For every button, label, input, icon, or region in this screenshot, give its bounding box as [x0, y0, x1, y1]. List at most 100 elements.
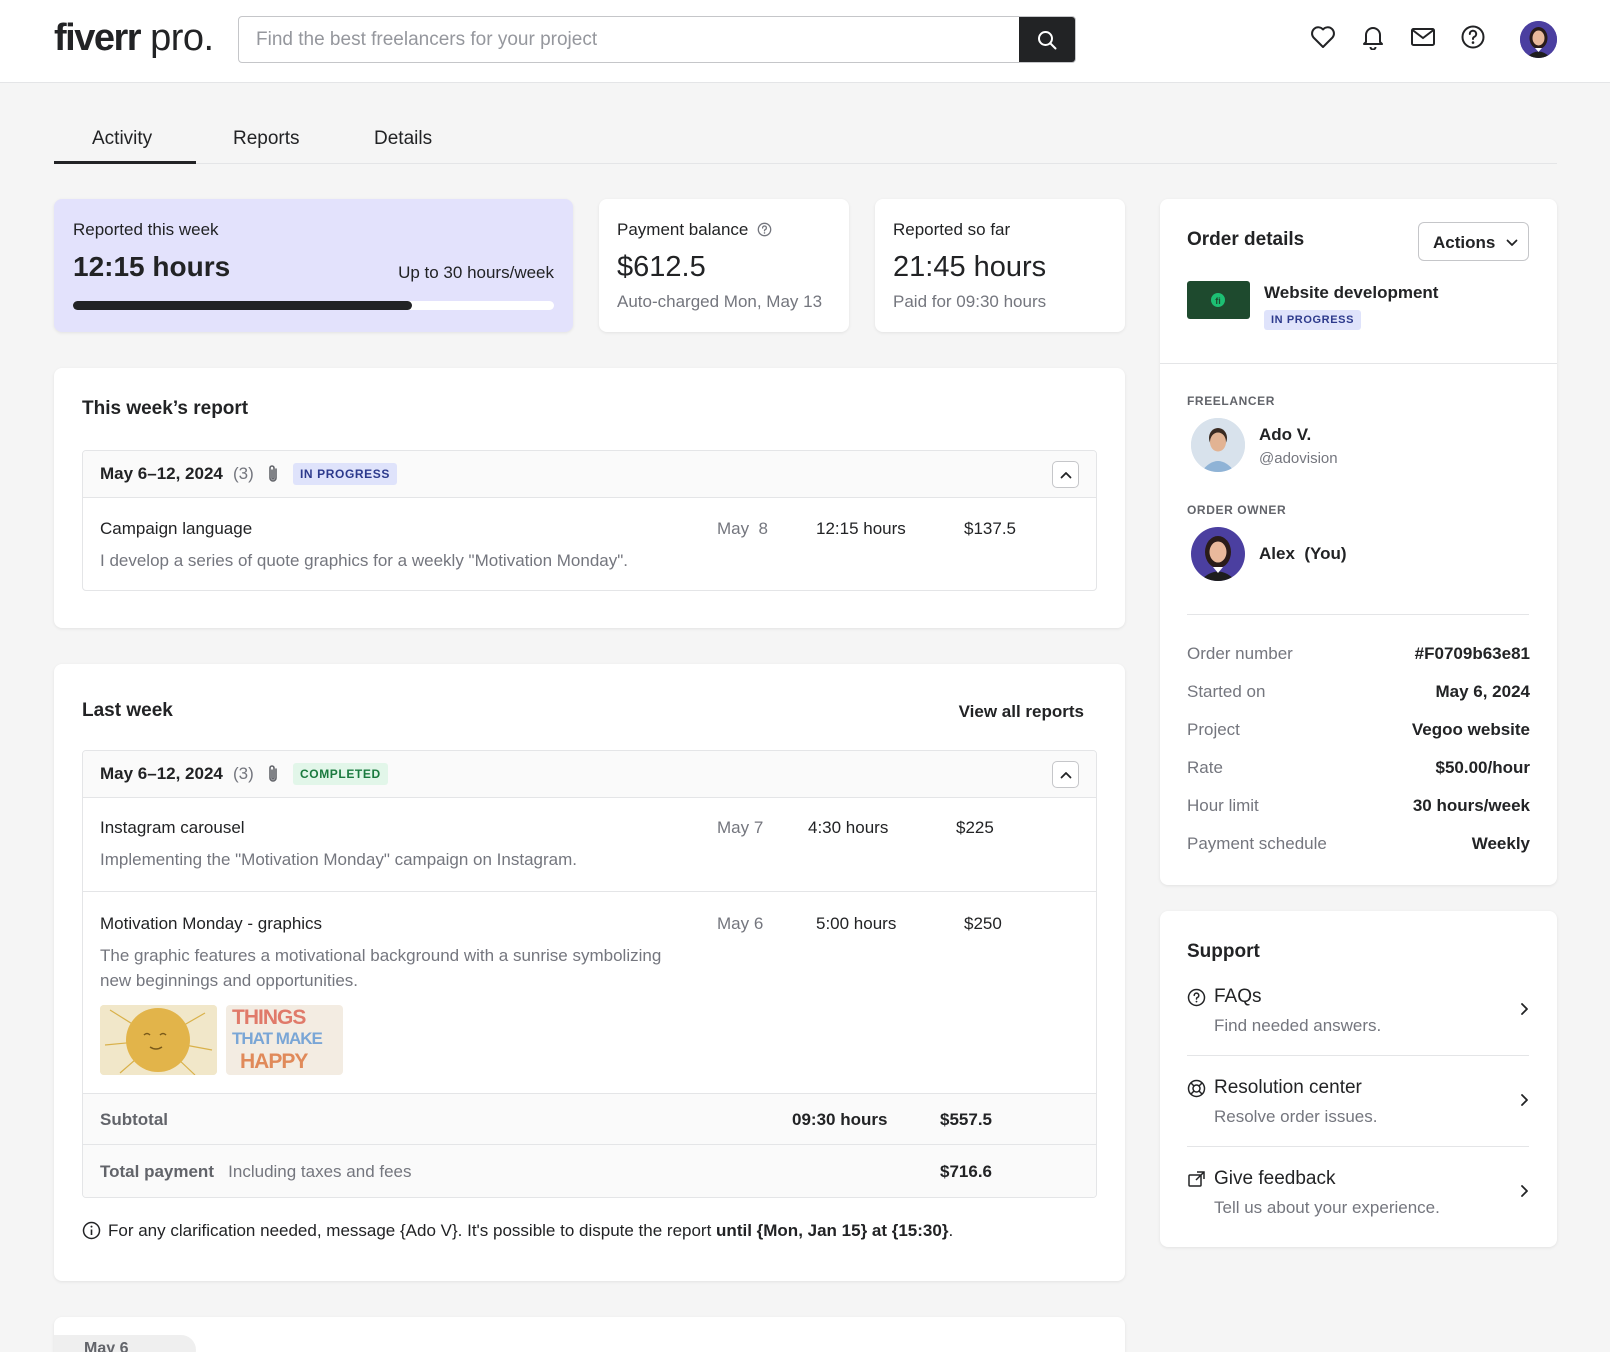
reported-so-far-value: 21:45 hours	[893, 251, 1047, 283]
payment-schedule-label: Payment schedule	[1187, 834, 1327, 853]
reported-this-week-card: Reported this week 12:15 hours Up to 30 …	[54, 199, 573, 332]
favorites-button[interactable]	[1308, 22, 1338, 52]
help-button[interactable]	[1458, 22, 1488, 52]
report-row-description: Implementing the "Motivation Monday" cam…	[100, 850, 577, 869]
hour-limit-value: 30 hours/week	[1412, 796, 1530, 815]
hour-limit-label: Hour limit	[1187, 796, 1259, 815]
search-input[interactable]	[239, 17, 1021, 62]
total-payment-row: Total payment Including taxes and fees $…	[83, 1145, 1096, 1197]
project-name[interactable]: Website development	[1264, 283, 1438, 303]
report-row-amount: $250	[964, 914, 1002, 933]
report-row-hours: 4:30 hours	[808, 818, 889, 837]
support-item-resolution-center[interactable]: Resolution center Resolve order issues.	[1187, 1077, 1529, 1168]
reported-week-label: Reported this week	[73, 220, 219, 239]
dispute-info-note: For any clarification needed, message {A…	[82, 1221, 953, 1241]
payment-balance-card: Payment balance $612.5 Auto-charged Mon,…	[599, 199, 849, 332]
fiverr-coin-icon: fi	[1211, 293, 1225, 307]
paperclip-icon	[269, 465, 277, 482]
active-tab-indicator	[54, 161, 196, 164]
report-row-date: May 7	[717, 818, 764, 837]
order-owner-label: ORDER OWNER	[1187, 503, 1287, 517]
order-owner-name: Alex (You)	[1259, 544, 1347, 563]
support-title: Support	[1187, 941, 1260, 962]
search-icon	[1038, 30, 1057, 49]
subtotal-row: Subtotal 09:30 hours $557.5	[83, 1093, 1096, 1145]
collapse-report-button[interactable]	[1052, 761, 1079, 788]
support-item-subtitle: Find needed answers.	[1214, 1016, 1382, 1035]
hour-limit-label: Up to 30 hours/week	[398, 263, 554, 282]
date-chip: May 6	[54, 1335, 196, 1352]
project-thumbnail: fi	[1187, 281, 1250, 319]
support-item-subtitle: Resolve order issues.	[1214, 1107, 1378, 1126]
user-avatar[interactable]	[1520, 21, 1557, 58]
payment-balance-label: Payment balance	[617, 220, 772, 240]
report-row-hours: 5:00 hours	[816, 914, 897, 933]
tab-activity[interactable]: Activity	[92, 128, 152, 164]
freelancer-name[interactable]: Ado V.	[1259, 425, 1311, 445]
project-label: Project	[1187, 720, 1240, 739]
chevron-right-icon	[1521, 1003, 1528, 1015]
order-owner-avatar-image	[1191, 527, 1245, 581]
report-header: May 6–12, 2024 (3) COMPLETED	[83, 751, 1096, 798]
tab-reports[interactable]: Reports	[233, 128, 300, 164]
this-week-report-title: This week’s report	[82, 398, 249, 419]
report-item-count: (3)	[233, 464, 254, 483]
payment-balance-value: $612.5	[617, 251, 706, 283]
last-week-report-card: Last week View all reports May 6–12, 202…	[54, 664, 1125, 1281]
support-divider	[1187, 1146, 1529, 1147]
report-item-count: (3)	[233, 764, 254, 783]
this-week-report-box: May 6–12, 2024 (3) IN PROGRESS Campaign …	[82, 450, 1097, 591]
support-item-give-feedback[interactable]: Give feedback Tell us about your experie…	[1187, 1168, 1529, 1259]
support-item-title: Resolution center	[1214, 1077, 1362, 1098]
subtotal-label: Subtotal	[100, 1110, 168, 1129]
attachment-thumbnail-things[interactable]: THINGS THAT MAKE HAPPY	[226, 1005, 343, 1075]
thumbnail-text-things: THINGS	[232, 1006, 306, 1029]
weekly-hours-progress	[73, 301, 554, 310]
actions-dropdown-button[interactable]: Actions	[1418, 222, 1529, 261]
report-row-amount: $225	[956, 818, 994, 837]
user-avatar-image	[1520, 21, 1557, 58]
order-fields-divider	[1187, 614, 1529, 615]
previous-reports-card: May 6	[54, 1317, 1125, 1352]
started-on-value: May 6, 2024	[1435, 682, 1530, 701]
status-badge-in-progress: IN PROGRESS	[293, 463, 397, 485]
bell-icon	[1363, 27, 1383, 50]
report-row-title: Instagram carousel	[100, 818, 245, 837]
search-bar	[238, 16, 1076, 63]
heart-icon	[1311, 26, 1335, 48]
chevron-right-icon	[1521, 1185, 1528, 1197]
tab-details[interactable]: Details	[374, 128, 432, 164]
attachment-thumbnail-sun[interactable]	[100, 1005, 217, 1075]
view-all-reports-link[interactable]: View all reports	[959, 702, 1084, 722]
order-number-label: Order number	[1187, 644, 1293, 663]
order-details-card: Order details Actions fi Website develop…	[1160, 199, 1557, 885]
order-header-divider	[1160, 363, 1557, 364]
top-navigation-bar: fiverr pro.	[0, 0, 1610, 83]
info-icon	[82, 1221, 101, 1240]
report-row-description-line2: new beginnings and opportunities.	[100, 971, 359, 990]
order-owner-avatar[interactable]	[1191, 527, 1245, 581]
freelancer-avatar-image	[1191, 418, 1245, 472]
report-row-title: Motivation Monday - graphics	[100, 914, 323, 933]
subtotal-hours: 09:30 hours	[792, 1110, 888, 1129]
chevron-up-icon	[1060, 471, 1071, 478]
info-question-icon[interactable]	[757, 222, 772, 237]
freelancer-avatar[interactable]	[1191, 418, 1245, 472]
order-details-title: Order details	[1187, 229, 1305, 250]
search-button[interactable]	[1019, 17, 1075, 62]
messages-button[interactable]	[1408, 22, 1438, 52]
collapse-report-button[interactable]	[1052, 461, 1079, 488]
svg-text:fi: fi	[1215, 296, 1221, 306]
report-date-range: May 6–12, 2024	[100, 464, 223, 483]
feedback-icon	[1188, 1171, 1205, 1187]
paid-hours-note: Paid for 09:30 hours	[893, 292, 1047, 311]
started-on-label: Started on	[1187, 682, 1266, 701]
weekly-hours-progress-fill	[73, 301, 413, 310]
report-row-date: May 6	[717, 914, 764, 933]
subtotal-amount: $557.5	[940, 1110, 992, 1129]
report-date-range: May 6–12, 2024	[100, 764, 223, 783]
support-item-title: FAQs	[1214, 986, 1262, 1007]
notifications-button[interactable]	[1358, 22, 1388, 52]
support-item-faqs[interactable]: FAQs Find needed answers.	[1187, 986, 1529, 1077]
fiverr-pro-logo[interactable]: fiverr pro.	[54, 16, 214, 60]
